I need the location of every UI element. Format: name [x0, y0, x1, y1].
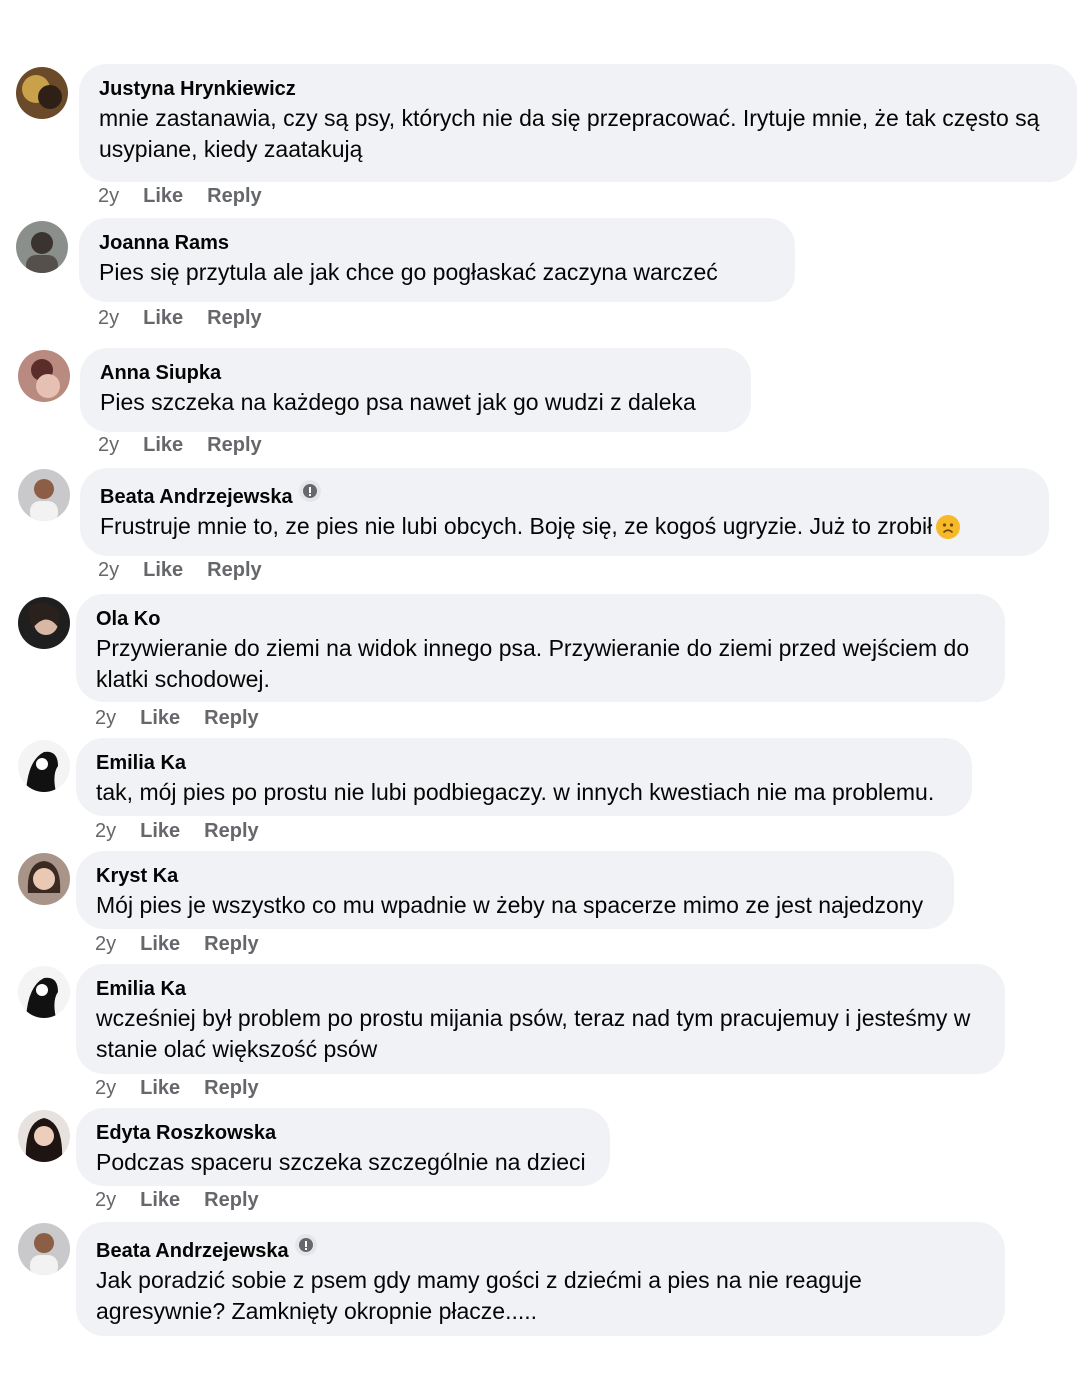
comment-bubble: Beata Andrzejewska Jak poradzić sobie z …: [76, 1222, 1005, 1336]
avatar[interactable]: [18, 469, 70, 521]
comment-author[interactable]: Justyna Hrynkiewicz: [99, 76, 296, 102]
frowning-face-emoji: [936, 515, 961, 539]
comment-timestamp[interactable]: 2y: [95, 1076, 116, 1100]
like-button[interactable]: Like: [143, 306, 183, 330]
comment-text: tak, mój pies po prostu nie lubi podbieg…: [96, 779, 935, 805]
comment-timestamp[interactable]: 2y: [98, 184, 119, 208]
reply-button[interactable]: Reply: [204, 819, 258, 843]
comment-timestamp[interactable]: 2y: [95, 819, 116, 843]
comment-actions: 2y Like Reply: [98, 433, 286, 457]
comment-timestamp[interactable]: 2y: [95, 706, 116, 730]
comment-text: Przywieranie do ziemi na widok innego ps…: [96, 635, 970, 692]
avatar[interactable]: [18, 597, 70, 649]
comment-timestamp[interactable]: 2y: [98, 433, 119, 457]
comment-actions: 2y Like Reply: [95, 819, 283, 843]
reply-button[interactable]: Reply: [204, 932, 258, 956]
comment-bubble: Edyta Roszkowska Podczas spaceru szczeka…: [76, 1108, 610, 1186]
comment-bubble: Kryst Ka Mój pies je wszystko co mu wpad…: [76, 851, 954, 929]
like-button[interactable]: Like: [143, 558, 183, 582]
comment-actions: 2y Like Reply: [98, 184, 286, 208]
comment-text: Jak poradzić sobie z psem gdy mamy gości…: [96, 1267, 862, 1324]
like-button[interactable]: Like: [140, 819, 180, 843]
reply-button[interactable]: Reply: [207, 433, 261, 457]
avatar[interactable]: [18, 350, 70, 402]
like-button[interactable]: Like: [140, 706, 180, 730]
comment-author[interactable]: Beata Andrzejewska: [100, 484, 293, 510]
like-button[interactable]: Like: [140, 1188, 180, 1212]
comment-text: wcześniej był problem po prostu mijania …: [96, 1005, 971, 1062]
comment-timestamp[interactable]: 2y: [95, 932, 116, 956]
comment-text: Pies się przytula ale jak chce go pogłas…: [99, 259, 718, 285]
comment-text: Pies szczeka na każdego psa nawet jak go…: [100, 389, 696, 415]
comment-text: Podczas spaceru szczeka szczególnie na d…: [96, 1149, 586, 1175]
comment-bubble: Emilia Ka wcześniej był problem po prost…: [76, 964, 1005, 1074]
comment-author[interactable]: Kryst Ka: [96, 863, 178, 889]
avatar[interactable]: [16, 67, 68, 119]
comment-actions: 2y Like Reply: [95, 706, 283, 730]
avatar[interactable]: [18, 853, 70, 905]
comment-actions: 2y Like Reply: [98, 306, 286, 330]
avatar[interactable]: [18, 1110, 70, 1162]
reply-button[interactable]: Reply: [204, 1076, 258, 1100]
avatar[interactable]: [18, 1223, 70, 1275]
comment-bubble: Anna Siupka Pies szczeka na każdego psa …: [80, 348, 751, 432]
comment-bubble: Beata Andrzejewska Frustruje mnie to, ze…: [80, 468, 1049, 556]
like-button[interactable]: Like: [140, 1076, 180, 1100]
comment-bubble: Ola Ko Przywieranie do ziemi na widok in…: [76, 594, 1005, 702]
comment-text: Mój pies je wszystko co mu wpadnie w żeb…: [96, 892, 924, 918]
comment-author[interactable]: Beata Andrzejewska: [96, 1238, 289, 1264]
reply-button[interactable]: Reply: [204, 1188, 258, 1212]
reply-button[interactable]: Reply: [204, 706, 258, 730]
comment-text: Frustruje mnie to, ze pies nie lubi obcy…: [100, 511, 1029, 542]
comment-timestamp[interactable]: 2y: [95, 1188, 116, 1212]
comment-author[interactable]: Emilia Ka: [96, 750, 186, 776]
reply-button[interactable]: Reply: [207, 558, 261, 582]
comment-bubble: Joanna Rams Pies się przytula ale jak ch…: [79, 218, 795, 302]
comment-author[interactable]: Emilia Ka: [96, 976, 186, 1002]
reply-button[interactable]: Reply: [207, 306, 261, 330]
comment-author[interactable]: Edyta Roszkowska: [96, 1120, 276, 1146]
comment-author[interactable]: Ola Ko: [96, 606, 160, 632]
reply-button[interactable]: Reply: [207, 184, 261, 208]
comment-timestamp[interactable]: 2y: [98, 306, 119, 330]
comment-bubble: Justyna Hrynkiewicz mnie zastanawia, czy…: [79, 64, 1077, 182]
comment-actions: 2y Like Reply: [98, 558, 286, 582]
comment-actions: 2y Like Reply: [95, 1188, 283, 1212]
comment-timestamp[interactable]: 2y: [98, 558, 119, 582]
like-button[interactable]: Like: [143, 184, 183, 208]
comment-actions: 2y Like Reply: [95, 932, 283, 956]
comment-actions: 2y Like Reply: [95, 1076, 283, 1100]
comment-bubble: Emilia Ka tak, mój pies po prostu nie lu…: [76, 738, 972, 816]
comment-author[interactable]: Anna Siupka: [100, 360, 221, 386]
avatar[interactable]: [16, 221, 68, 273]
author-badge-icon[interactable]: [298, 480, 321, 502]
like-button[interactable]: Like: [143, 433, 183, 457]
avatar[interactable]: [18, 740, 70, 792]
comment-author[interactable]: Joanna Rams: [99, 230, 229, 256]
author-badge-icon[interactable]: [294, 1234, 317, 1256]
comment-text: mnie zastanawia, czy są psy, których nie…: [99, 105, 1040, 162]
like-button[interactable]: Like: [140, 932, 180, 956]
avatar[interactable]: [18, 966, 70, 1018]
